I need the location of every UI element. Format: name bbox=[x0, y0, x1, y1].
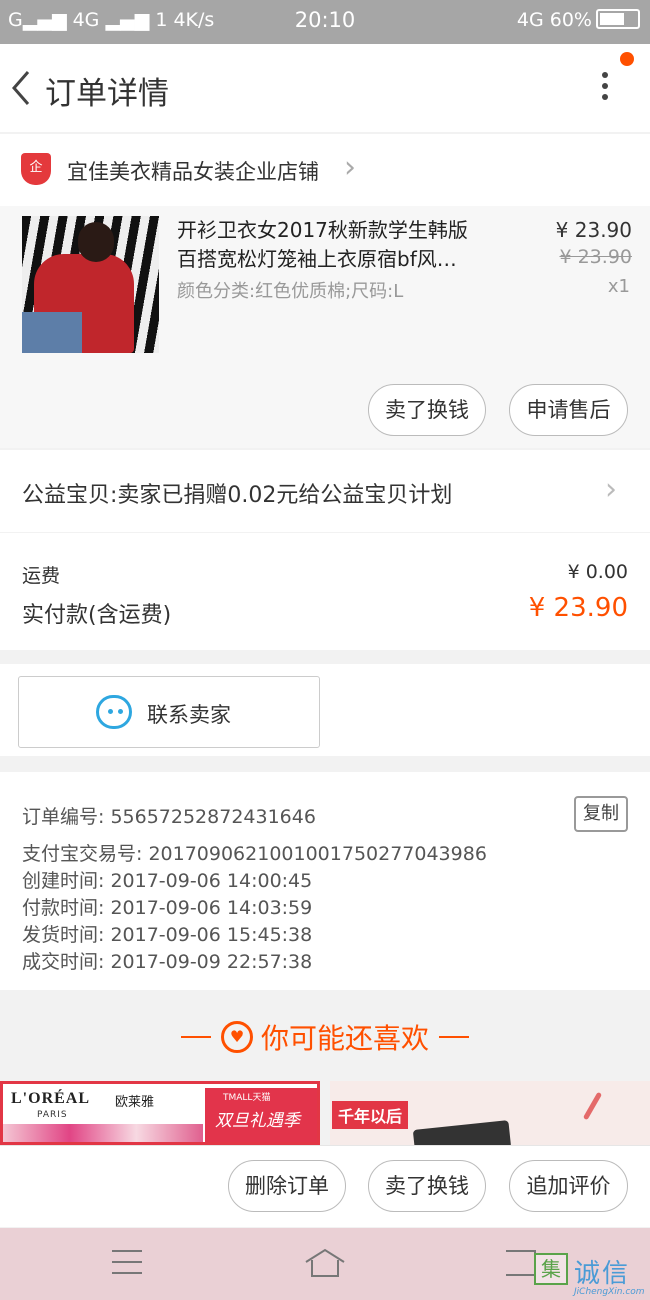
more-dot bbox=[602, 83, 608, 89]
ad-tmall-label: TMALL天猫 bbox=[223, 1093, 271, 1103]
battery-icon bbox=[596, 9, 640, 29]
ad-loreal-cn: 欧莱雅 bbox=[115, 1095, 155, 1110]
heart-icon: ♥ bbox=[220, 1021, 253, 1053]
ad-right-tag: 千年以后 bbox=[332, 1101, 409, 1129]
product-image-jeans bbox=[22, 312, 82, 353]
back-nav-icon[interactable] bbox=[506, 1250, 536, 1276]
paid-value: ¥ 23.90 bbox=[528, 593, 628, 623]
menu-line bbox=[112, 1250, 142, 1252]
paid-label: 实付款(含运费) bbox=[22, 603, 172, 628]
ad-loreal-sub: PARIS bbox=[37, 1110, 68, 1120]
shop-row[interactable]: 企 宜佳美衣精品女装企业店铺 › bbox=[0, 134, 650, 206]
watermark-logo: 集 诚信 JiChengXin.com bbox=[534, 1253, 650, 1300]
recommend-title: 你可能还喜欢 bbox=[260, 1022, 429, 1055]
order-info: 订单编号: 55657252872431646 复制 支付宝交易号: 20170… bbox=[0, 772, 650, 990]
sell-exchange-button-bottom[interactable]: 卖了换钱 bbox=[368, 1160, 486, 1212]
menu-line bbox=[112, 1272, 142, 1274]
product-original-price: ¥ 23.90 bbox=[559, 246, 632, 268]
status-bar: G▂▄▆ 4G ▂▄▆ 1 4K/s 20:10 4G 60% bbox=[0, 0, 650, 44]
after-sale-button[interactable]: 申请售后 bbox=[509, 384, 628, 436]
chevron-right-icon: › bbox=[344, 150, 356, 185]
ad-loreal-logo: L'ORÉAL bbox=[11, 1090, 91, 1107]
recommend-divider-left bbox=[180, 1036, 211, 1038]
menu-line bbox=[112, 1261, 142, 1263]
product-image[interactable] bbox=[22, 216, 159, 353]
shop-badge-icon: 企 bbox=[21, 153, 51, 185]
recommend-ads: L'ORÉAL 欧莱雅 PARIS TMALL天猫 双旦礼遇季 千年以后 bbox=[0, 1081, 650, 1145]
paid-time: 付款时间: 2017-09-06 14:03:59 bbox=[22, 897, 313, 919]
home-icon bbox=[305, 1248, 345, 1277]
sell-exchange-button[interactable]: 卖了换钱 bbox=[368, 384, 486, 436]
product-image-head bbox=[78, 222, 114, 262]
shipped-time: 发货时间: 2017-09-06 15:45:38 bbox=[22, 924, 313, 946]
ad-campaign-title: 双旦礼遇季 bbox=[215, 1111, 300, 1131]
more-vertical-icon bbox=[602, 72, 608, 78]
created-time: 创建时间: 2017-09-06 14:00:45 bbox=[22, 870, 313, 892]
product-quantity: x1 bbox=[607, 276, 630, 297]
watermark-name: 诚信 bbox=[574, 1259, 631, 1289]
product-title: 开衫卫衣女2017秋新款学生韩版百搭宽松灯笼袖上衣原宿bf风… bbox=[177, 218, 468, 271]
product-spec: 颜色分类:红色优质棉;尺码:L bbox=[177, 281, 404, 302]
contact-seller-button[interactable]: 联系卖家 bbox=[18, 676, 320, 748]
shop-name: 宜佳美衣精品女装企业店铺 bbox=[67, 160, 319, 184]
cost-summary: 运费 ¥ 0.00 实付款(含运费) ¥ 23.90 bbox=[0, 533, 650, 650]
shipping-label: 运费 bbox=[22, 565, 61, 587]
completed-time: 成交时间: 2017-09-09 22:57:38 bbox=[22, 951, 313, 973]
alipay-trade-number: 支付宝交易号: 2017090621001001750277043986 bbox=[22, 843, 487, 865]
ad-campaign-badge: TMALL天猫 双旦礼遇季 bbox=[205, 1088, 317, 1142]
ad-right-lipstick bbox=[582, 1091, 603, 1121]
ad-products-image bbox=[3, 1124, 203, 1142]
chevron-left-icon bbox=[12, 71, 30, 105]
charity-text: 公益宝贝:卖家已捐赠0.02元给公益宝贝计划 bbox=[22, 483, 453, 508]
more-dot bbox=[602, 94, 608, 100]
recommend-header: ♥ 你可能还喜欢 bbox=[0, 1005, 650, 1071]
back-button[interactable] bbox=[6, 64, 38, 112]
nav-bar: 订单详情 bbox=[0, 44, 650, 132]
product-item[interactable]: 开衫卫衣女2017秋新款学生韩版百搭宽松灯笼袖上衣原宿bf风… 颜色分类:红色优… bbox=[0, 206, 650, 448]
bottom-action-bar: 删除订单 卖了换钱 追加评价 bbox=[0, 1145, 650, 1227]
contact-section: 联系卖家 bbox=[0, 664, 650, 756]
delete-order-button[interactable]: 删除订单 bbox=[228, 1160, 346, 1212]
shipping-value: ¥ 0.00 bbox=[567, 561, 628, 583]
copy-button[interactable]: 复制 bbox=[574, 796, 628, 832]
status-battery-info: 4G 60% bbox=[517, 9, 640, 31]
ad-right-product bbox=[412, 1120, 512, 1145]
order-number: 订单编号: 55657252872431646 bbox=[22, 806, 316, 828]
contact-seller-label: 联系卖家 bbox=[147, 703, 231, 727]
watermark-url: JiChengXin.com bbox=[574, 1287, 645, 1297]
charity-row[interactable]: 公益宝贝:卖家已捐赠0.02元给公益宝贝计划 › bbox=[0, 450, 650, 532]
chat-bubble-icon bbox=[96, 695, 132, 729]
page-title: 订单详情 bbox=[45, 76, 169, 112]
recommend-divider-right bbox=[439, 1036, 469, 1038]
notification-dot bbox=[620, 52, 634, 66]
more-button[interactable] bbox=[590, 68, 620, 108]
battery-text: 4G 60% bbox=[516, 9, 592, 31]
menu-icon[interactable] bbox=[112, 1250, 142, 1274]
ad-right[interactable]: 千年以后 bbox=[330, 1081, 650, 1145]
chevron-right-icon: › bbox=[605, 472, 617, 507]
add-review-button[interactable]: 追加评价 bbox=[509, 1160, 628, 1212]
product-price: ¥ 23.90 bbox=[555, 218, 632, 242]
ad-loreal[interactable]: L'ORÉAL 欧莱雅 PARIS TMALL天猫 双旦礼遇季 bbox=[0, 1081, 320, 1145]
watermark-mark: 集 bbox=[534, 1253, 568, 1285]
recommend-header-inner: ♥ 你可能还喜欢 bbox=[0, 1017, 650, 1057]
home-button[interactable] bbox=[304, 1248, 346, 1278]
